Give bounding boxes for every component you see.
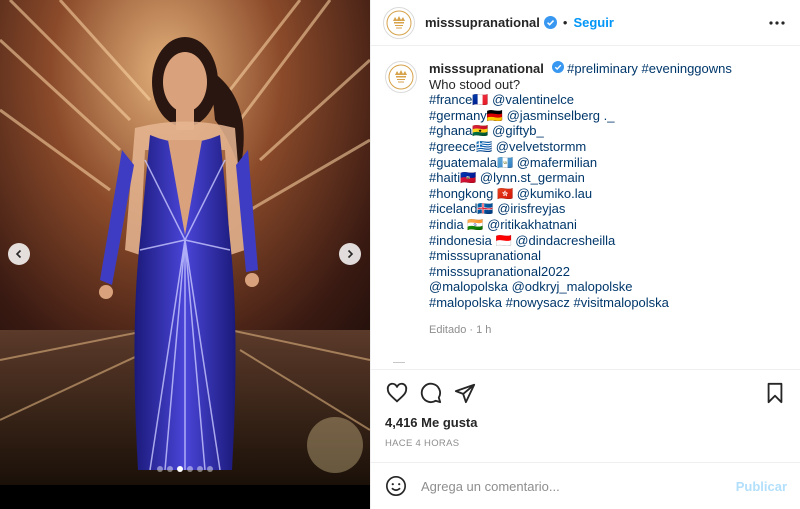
caption-line: #iceland🇮🇸 @irisfreyjas — [429, 201, 732, 217]
caption-line: #germany🇩🇪 @jasminselberg ._ — [429, 108, 732, 124]
caption-tag[interactable]: #indonesia 🇮🇩 @dindacresheilla — [429, 233, 615, 248]
caption-line: Who stood out? — [429, 77, 732, 93]
emoji-icon[interactable] — [385, 475, 407, 497]
share-button[interactable] — [451, 379, 479, 407]
caption-plain-text: Who stood out? — [429, 76, 521, 92]
caption-tag[interactable]: @malopolska @odkryj_malopolske — [429, 279, 632, 294]
carousel-dot — [197, 466, 203, 472]
caption-line: @malopolska @odkryj_malopolske — [429, 279, 732, 295]
caption-tag[interactable]: #germany🇩🇪 @jasminselberg ._ — [429, 108, 614, 123]
caption-text: misssupranational #preliminary #eveningg… — [429, 61, 732, 338]
paper-plane-icon — [454, 383, 476, 403]
caption-rest: Who stood out? #france🇫🇷 @valentinelce #ge… — [429, 77, 732, 311]
heart-icon — [386, 382, 408, 402]
miss-supranational-logo-icon — [386, 10, 412, 35]
caption-username[interactable]: misssupranational — [429, 61, 544, 76]
post-details-panel: misssupranational • Seguir misssupranati… — [370, 0, 800, 509]
chevron-left-icon — [15, 249, 22, 259]
bookmark-icon — [767, 382, 783, 403]
caption-tag[interactable]: #france🇫🇷 @valentinelce — [429, 92, 574, 107]
carousel-dot — [207, 466, 213, 472]
evening-gown-photo — [0, 0, 370, 485]
more-options-icon[interactable] — [768, 14, 786, 32]
caption-tag[interactable]: #ghana🇬🇭 @giftyb_ — [429, 123, 544, 138]
media-bottom-strip — [0, 485, 370, 509]
next-comment-divider — [393, 362, 405, 365]
caption-line: #ghana🇬🇭 @giftyb_ — [429, 123, 732, 139]
carousel-dot — [157, 466, 163, 472]
miss-supranational-logo-icon — [388, 64, 414, 90]
caption-line: #guatemala🇬🇹 @mafermilian — [429, 155, 732, 171]
caption-hashtags[interactable]: #preliminary #eveninggowns — [567, 61, 732, 76]
header-username[interactable]: misssupranational — [425, 15, 540, 30]
caption-line: #france🇫🇷 @valentinelce — [429, 92, 732, 108]
post-actions — [371, 369, 800, 415]
carousel-next-button[interactable] — [339, 243, 361, 265]
verified-badge-icon — [543, 16, 557, 29]
follow-button[interactable]: Seguir — [573, 15, 613, 30]
caption-tag[interactable]: #india 🇮🇳 @ritikakhatnani — [429, 217, 577, 232]
caption-tag[interactable]: #haiti🇭🇹 @lynn.st_germain — [429, 170, 585, 185]
caption-tag[interactable]: #greece🇬🇷 @velvetstormm — [429, 139, 586, 154]
carousel-dot — [177, 466, 183, 472]
post-timestamp[interactable]: HACE 4 HORAS — [385, 438, 459, 449]
like-button[interactable] — [383, 379, 411, 407]
caption-comment: misssupranational #preliminary #eveningg… — [385, 61, 787, 338]
comment-input[interactable] — [421, 478, 736, 494]
carousel-indicators — [0, 466, 370, 472]
caption-line: #haiti🇭🇹 @lynn.st_germain — [429, 170, 732, 186]
caption-tag[interactable]: #misssupranational2022 — [429, 264, 570, 279]
edited-timestamp: Editado · 1 h — [429, 323, 492, 336]
likes-count[interactable]: 4,416 Me gusta — [385, 415, 478, 430]
caption-line: #misssupranational — [429, 248, 732, 264]
caption-tag[interactable]: #guatemala🇬🇹 @mafermilian — [429, 155, 597, 170]
comment-icon — [420, 382, 442, 403]
caption-tag[interactable]: #hongkong 🇭🇰 @kumiko.lau — [429, 186, 592, 201]
chevron-right-icon — [347, 249, 354, 259]
save-button[interactable] — [761, 379, 789, 407]
carousel-dot — [167, 466, 173, 472]
caption-line: #misssupranational2022 — [429, 264, 732, 280]
post-media — [0, 0, 370, 509]
caption-line: #greece🇬🇷 @velvetstormm — [429, 139, 732, 155]
comment-button[interactable] — [417, 379, 445, 407]
verified-badge-icon — [551, 61, 564, 73]
comments-area: misssupranational #preliminary #eveningg… — [371, 47, 800, 369]
carousel-dot — [187, 466, 193, 472]
carousel-prev-button[interactable] — [8, 243, 30, 265]
caption-first-line: misssupranational #preliminary #eveningg… — [429, 61, 732, 77]
add-comment-bar: Publicar — [371, 462, 800, 509]
avatar[interactable] — [383, 6, 415, 39]
caption-tag[interactable]: #misssupranational — [429, 248, 541, 263]
caption-avatar[interactable] — [385, 61, 417, 93]
publish-button[interactable]: Publicar — [736, 479, 787, 494]
caption-line: #malopolska #nowysacz #visitmalopolska — [429, 295, 732, 311]
caption-line: #hongkong 🇭🇰 @kumiko.lau — [429, 186, 732, 202]
post-photo — [0, 0, 370, 485]
caption-tag[interactable]: #iceland🇮🇸 @irisfreyjas — [429, 201, 565, 216]
post-header: misssupranational • Seguir — [371, 0, 800, 46]
caption-line: #india 🇮🇳 @ritikakhatnani — [429, 217, 732, 233]
caption-tag[interactable]: #malopolska #nowysacz #visitmalopolska — [429, 295, 669, 310]
separator-dot: • — [562, 15, 568, 30]
caption-line: #indonesia 🇮🇩 @dindacresheilla — [429, 233, 732, 249]
